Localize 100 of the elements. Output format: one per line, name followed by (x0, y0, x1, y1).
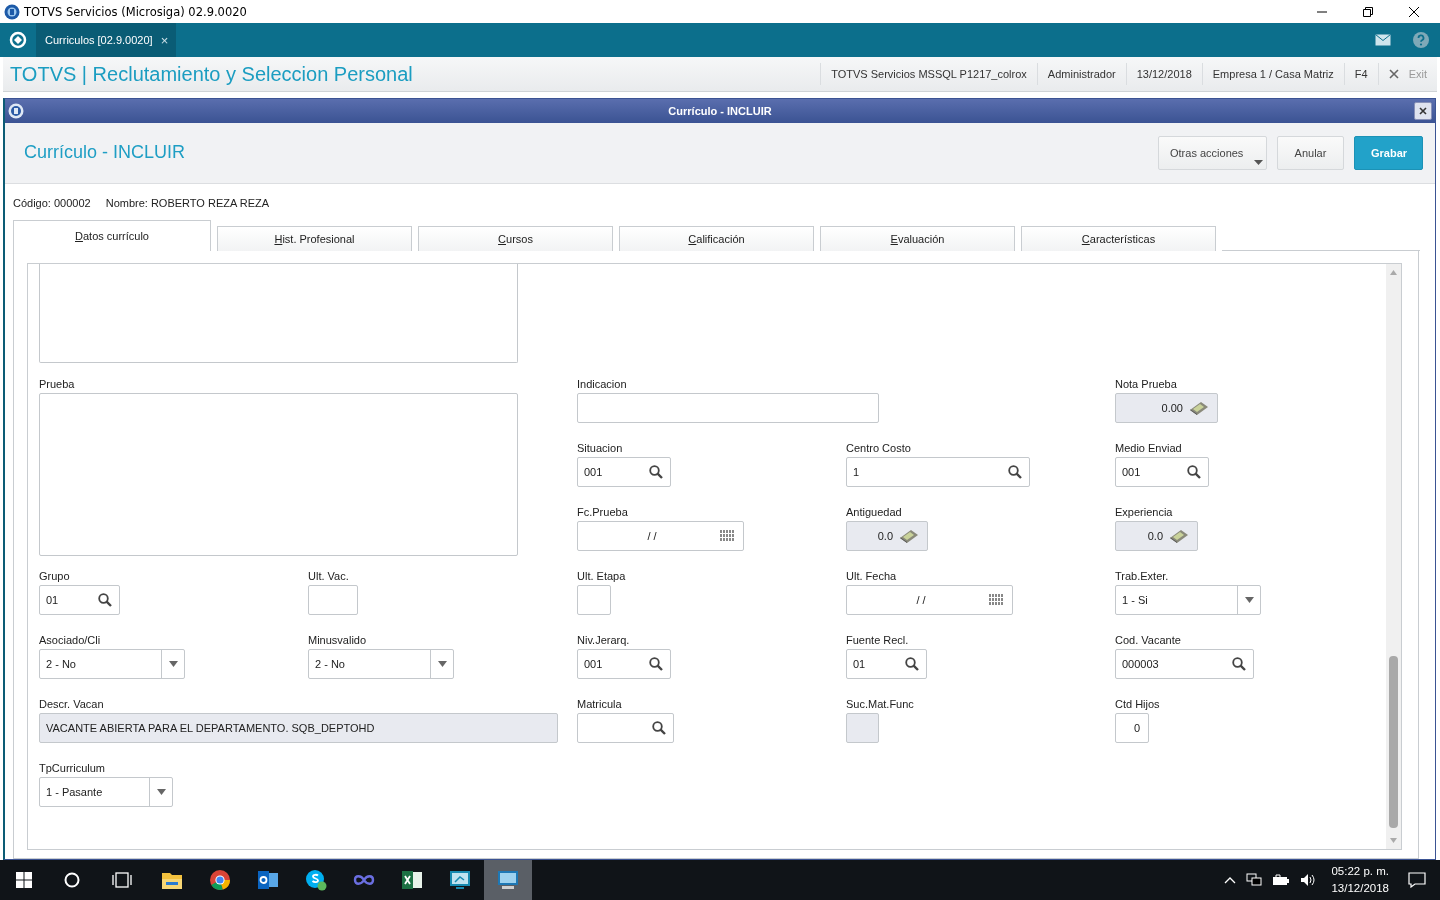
app-logo-icon (8, 103, 24, 119)
cancel-button[interactable]: Anular (1277, 135, 1344, 170)
window-title: TOTVS Servicios (Microsiga) 02.9.0020 (24, 4, 247, 19)
spreadsheet-icon (401, 870, 423, 890)
field-label: Cod. Vacante (1115, 633, 1181, 646)
dialog-title: Currículo - INCLUIR (668, 105, 772, 117)
search-icon[interactable] (1008, 464, 1022, 479)
lookup-field[interactable]: 001 (1115, 456, 1209, 487)
start-icon[interactable] (16, 872, 32, 888)
calculator-icon[interactable] (1189, 400, 1209, 415)
number-field[interactable]: 0.0 (846, 520, 928, 551)
tab[interactable]: Hist. Profesional (217, 225, 412, 251)
close-icon (1419, 107, 1427, 115)
text-field[interactable] (577, 584, 611, 615)
field-label: Ult. Fecha (846, 569, 897, 582)
lookup-field[interactable]: 01 (39, 584, 120, 615)
close-tab-button[interactable]: × (160, 32, 169, 48)
dropdown[interactable]: 2 - No (39, 648, 185, 679)
lookup-field[interactable]: 001 (577, 648, 671, 679)
field-label: Centro Costo (846, 441, 911, 454)
browser-icon (209, 869, 231, 891)
chat-app-icon (305, 869, 327, 891)
number-field[interactable]: 0.00 (1115, 392, 1218, 423)
status-info: TOTVS Servicios MSSQL P1217_colrox (820, 63, 1037, 85)
close-button[interactable] (1414, 102, 1432, 120)
search-icon[interactable] (1187, 464, 1201, 479)
text-field[interactable] (308, 584, 358, 615)
calculator-icon[interactable] (1169, 528, 1189, 543)
calculator-icon[interactable] (899, 528, 919, 543)
close-icon (1388, 69, 1399, 79)
volume-icon[interactable] (1300, 873, 1317, 887)
search-icon[interactable] (649, 656, 663, 671)
folder-icon (161, 870, 183, 890)
date-field[interactable]: / / (577, 520, 744, 551)
scrollbar[interactable] (1386, 263, 1401, 849)
lookup-field[interactable]: 000003 (1115, 648, 1254, 679)
field-label: Situacion (577, 441, 623, 454)
search-icon[interactable] (649, 464, 663, 479)
field-label: Nota Prueba (1115, 377, 1177, 390)
dropdown[interactable]: 1 - Si (1115, 584, 1261, 615)
infinity-icon (353, 873, 375, 887)
caret-icon (1244, 596, 1254, 603)
caret-icon (168, 660, 178, 667)
field-label: Prueba (39, 377, 75, 390)
remote-desktop-icon (449, 870, 471, 890)
field-label: Trab.Exter. (1115, 569, 1169, 582)
status-info: Empresa 1 / Casa Matriz (1201, 63, 1344, 85)
field-label: Fuente Recl. (846, 633, 909, 646)
tab[interactable]: Cursos (418, 225, 613, 251)
close-icon[interactable] (1408, 5, 1420, 18)
status-info: Administrador (1036, 63, 1126, 85)
clock-time[interactable]: 05:22 p. m. (1331, 863, 1389, 880)
field-label: Asociado/Cli (39, 633, 101, 646)
text-field[interactable] (846, 712, 879, 743)
help-icon (1413, 32, 1429, 48)
text-field[interactable]: VACANTE ABIERTA PARA EL DEPARTAMENTO. SQB_DEPTOHD (39, 712, 558, 743)
restore-icon[interactable] (1362, 5, 1374, 18)
battery-icon[interactable] (1272, 874, 1291, 886)
dropdown[interactable]: 1 - Pasante (39, 776, 173, 807)
field-label: Niv.Jerarq. (577, 633, 630, 646)
search-icon[interactable] (1232, 656, 1246, 671)
search-icon[interactable] (905, 656, 919, 671)
search-icon[interactable] (64, 872, 80, 888)
date-field[interactable]: / / (846, 584, 1013, 615)
lookup-field[interactable]: 001 (577, 456, 671, 487)
lookup-field[interactable]: 01 (846, 648, 927, 679)
monitor-icon (497, 870, 519, 890)
search-icon[interactable] (652, 720, 666, 735)
calendar-icon[interactable] (989, 593, 1004, 606)
lookup-field[interactable]: 1 (846, 456, 1030, 487)
number-field[interactable]: 0 (1115, 712, 1149, 743)
record-info: Nombre: ROBERTO REZA REZA (105, 196, 270, 209)
search-icon[interactable] (98, 592, 112, 607)
tab[interactable]: Datos currículo (13, 219, 211, 251)
app-tab[interactable]: Curriculos [02.9.0020] × (36, 23, 177, 57)
number-field[interactable]: 0.0 (1115, 520, 1198, 551)
field-label: Ult. Etapa (577, 569, 626, 582)
dropdown[interactable]: 2 - No (308, 648, 454, 679)
field-label: Grupo (39, 569, 70, 582)
status-info: 13/12/2018 (1125, 63, 1202, 85)
scrollbar-thumb[interactable] (1389, 656, 1398, 828)
network-icon[interactable] (1246, 873, 1263, 887)
chevron-up-icon[interactable] (1224, 876, 1237, 884)
field-label: Fc.Prueba (577, 505, 628, 518)
notifications-icon[interactable] (1408, 872, 1426, 888)
calendar-icon[interactable] (720, 529, 735, 542)
home-icon[interactable] (9, 31, 27, 49)
field-label: Descr. Vacan (39, 697, 104, 710)
field-label: Minusvalido (308, 633, 367, 646)
clock-date[interactable]: 13/12/2018 (1331, 880, 1389, 897)
field-label: Antiguedad (846, 505, 902, 518)
task-view-icon[interactable] (112, 872, 132, 888)
lookup-field[interactable] (577, 712, 674, 743)
actions-menu-button[interactable]: Otras acciones (1158, 135, 1267, 170)
tab[interactable]: Calificación (619, 225, 814, 251)
text-field[interactable] (577, 392, 879, 423)
form-heading: Currículo - INCLUIR (24, 142, 186, 164)
tab[interactable]: Características (1021, 225, 1216, 251)
tab[interactable]: Evaluación (820, 225, 1015, 251)
field-label: Medio Enviad (1115, 441, 1182, 454)
